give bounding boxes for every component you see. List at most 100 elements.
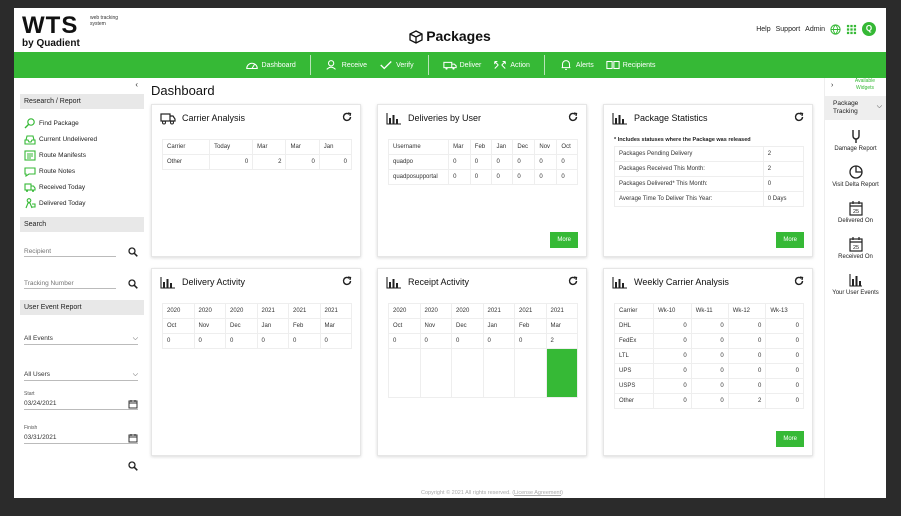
sidebar-item-label: Delivered Today: [39, 199, 86, 207]
calendar-icon[interactable]: [128, 399, 138, 409]
table-cell: 0: [288, 333, 321, 349]
table-header: Wk-12: [727, 303, 767, 319]
sidebar-item-route-manifests[interactable]: Route Manifests: [20, 147, 144, 163]
nav-dashboard[interactable]: Dashboard: [245, 59, 296, 71]
users-select[interactable]: All Users ⌵: [24, 351, 140, 387]
table-cell: 0: [318, 154, 353, 170]
widget-delivered-on[interactable]: 25 Delivered On: [825, 196, 886, 232]
table-header: Oct: [388, 318, 421, 334]
chevron-down-icon: ⌵: [876, 103, 882, 110]
search-icon[interactable]: [128, 247, 138, 257]
nav-receive[interactable]: Receive: [325, 59, 367, 71]
sidebar-item-delivered-today[interactable]: Delivered Today: [20, 195, 144, 211]
bar-cell: [514, 348, 547, 398]
carrier-analysis-widget: Carrier Analysis Carrier Today Mar Mar J…: [151, 104, 361, 257]
refresh-icon[interactable]: [568, 112, 578, 122]
events-select-value: All Events: [24, 335, 138, 345]
table-header: 2021: [288, 303, 321, 319]
widget-damage-report[interactable]: Damage Report: [825, 124, 886, 160]
support-link[interactable]: Support: [776, 26, 801, 33]
widgets-expand-button[interactable]: ›: [831, 82, 833, 89]
tracking-number-input[interactable]: [24, 279, 116, 289]
table-row: UPS 0 0 0 0: [613, 363, 804, 379]
route-manifest-icon: [24, 149, 36, 161]
refresh-icon[interactable]: [794, 276, 804, 286]
sidebar-item-label: Route Manifests: [39, 151, 86, 159]
widget-your-user-events[interactable]: Your User Events: [825, 268, 886, 304]
help-link[interactable]: Help: [756, 26, 770, 33]
table-cell: 0: [448, 169, 471, 185]
month-row: Oct Nov Dec Jan Feb Mar: [162, 318, 352, 334]
receipt-activity-widget: Receipt Activity 2020 2020 2020 2021 202…: [377, 268, 587, 456]
refresh-icon[interactable]: [342, 276, 352, 286]
refresh-icon[interactable]: [342, 112, 352, 122]
nav-action[interactable]: Action: [493, 59, 530, 71]
table-row: 0 0 0 0 0 2: [388, 333, 578, 349]
calendar-day: 25: [852, 245, 858, 251]
start-date-field[interactable]: Start 03/24/2021: [24, 387, 140, 421]
search-header: Search: [20, 217, 144, 232]
refresh-icon[interactable]: [568, 276, 578, 286]
table-cell: 0: [556, 154, 578, 170]
table-row: Packages Delivered* This Month: 0: [614, 176, 805, 192]
table-header: Wk-10: [653, 303, 692, 319]
license-agreement-link[interactable]: License Agreement: [514, 490, 561, 496]
table-cell: 0: [512, 154, 536, 170]
sidebar-item-route-notes[interactable]: Route Notes: [20, 163, 144, 179]
bar-chart-icon: [848, 274, 862, 287]
table-row: Average Time To Deliver This Year: 0 Days: [614, 191, 805, 207]
table-header: Wk-13: [765, 303, 804, 319]
recipient-input[interactable]: [24, 247, 116, 257]
widget-visit-delta-report[interactable]: Visit Delta Report: [825, 160, 886, 196]
table-cell: 0: [727, 348, 767, 364]
delivery-activity-table: 2020 2020 2020 2021 2021 2021 Oct Nov De…: [162, 303, 352, 349]
table-cell: USPS: [613, 378, 655, 394]
sidebar-collapse-button[interactable]: ‹: [20, 78, 144, 90]
table-cell: 0: [690, 393, 729, 409]
more-button[interactable]: More: [776, 431, 804, 447]
bar-cell: [388, 348, 421, 398]
sidebar-item-find-package[interactable]: Find Package: [20, 115, 144, 131]
more-button[interactable]: More: [776, 232, 804, 248]
nav-deliver[interactable]: Deliver: [442, 59, 481, 71]
package-tracking-dropdown[interactable]: Package Tracking ⌵: [825, 96, 886, 120]
table-cell: Other: [161, 154, 211, 170]
table-header: Dec: [451, 318, 484, 334]
widget-header: Deliveries by User: [378, 105, 586, 131]
table-cell: 0: [690, 318, 729, 334]
receipt-bar: [546, 349, 577, 397]
admin-link[interactable]: Admin: [805, 26, 825, 33]
table-row: FedEx 0 0 0 0: [613, 333, 804, 349]
sidebar-item-label: Current Undelivered: [39, 135, 98, 143]
month-row: Oct Nov Dec Jan Feb Mar: [388, 318, 578, 334]
calendar-icon: 25: [848, 201, 863, 216]
calendar-icon[interactable]: [128, 433, 138, 443]
globe-icon[interactable]: [830, 23, 841, 35]
table-header: Jan: [318, 139, 353, 155]
finish-date-label: Finish: [24, 425, 38, 431]
table-cell: DHL: [613, 318, 655, 334]
finish-date-field[interactable]: Finish 03/31/2021: [24, 421, 140, 455]
search-icon[interactable]: [128, 279, 138, 289]
nav-recipients[interactable]: Recipients: [606, 59, 655, 71]
widget-received-on[interactable]: 25 Received On: [825, 232, 886, 268]
search-icon[interactable]: [128, 461, 138, 471]
apps-grid-icon[interactable]: [846, 24, 857, 35]
sidebar-item-current-undelivered[interactable]: Current Undelivered: [20, 131, 144, 147]
nav-verify[interactable]: Verify: [379, 59, 414, 71]
widget-title: Deliveries by User: [408, 113, 482, 123]
nav-alerts[interactable]: Alerts: [559, 59, 594, 71]
table-cell: 0: [762, 176, 805, 192]
user-avatar[interactable]: Q: [862, 22, 876, 36]
more-button[interactable]: More: [550, 232, 578, 248]
footer: Copyright © 2021 All rights reserved. (L…: [421, 490, 563, 496]
widget-header: Weekly Carrier Analysis: [604, 269, 812, 295]
refresh-icon[interactable]: [794, 112, 804, 122]
widget-label: Your User Events: [832, 290, 879, 296]
table-cell: 0: [653, 393, 692, 409]
sidebar-item-received-today[interactable]: Received Today: [20, 179, 144, 195]
events-select[interactable]: All Events ⌵: [24, 315, 140, 351]
tracking-field-wrap: [24, 264, 140, 296]
table-cell: 2: [762, 161, 805, 177]
table-cell: 0: [285, 154, 320, 170]
